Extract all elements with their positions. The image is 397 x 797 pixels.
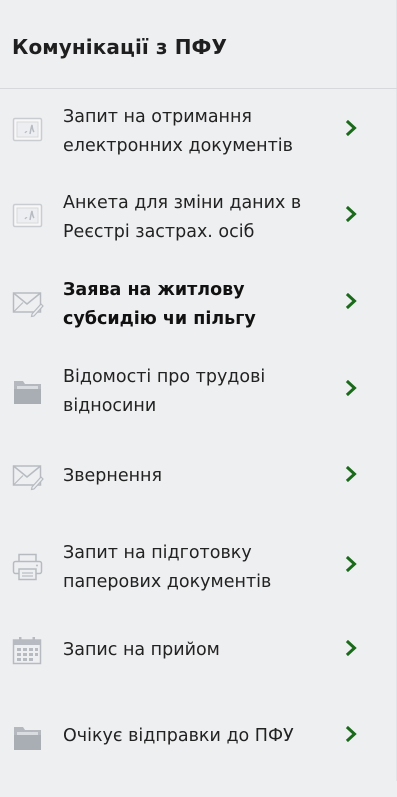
menu-item-label: Запит на отримання електронних документі… [63,107,293,156]
menu-item-label: Звернення [63,466,163,486]
folder-icon [12,377,44,405]
menu-item-employment-info[interactable]: Відомості про трудові відносини [0,367,397,451]
chevron-right-icon [345,292,359,310]
calendar-icon [12,637,44,665]
menu-item-label: Анкета для зміни даних в Реєстрі застрах… [63,193,302,242]
chevron-right-icon [345,725,359,743]
chevron-right-icon [345,205,359,223]
menu-item-label: Очікує відправки до ПФУ [63,726,294,746]
menu-item-pending-send[interactable]: Очікує відправки до ПФУ [0,723,397,797]
envelope-pen-icon [12,463,44,491]
menu-item-appointment[interactable]: Запис на прийом [0,637,397,711]
menu-item-label: Запис на прийом [63,640,220,660]
title-divider [0,88,397,89]
menu-item-housing-subsidy[interactable]: Заява на житлову субсидію чи пільгу [0,280,397,364]
menu-item-label: Відомості про трудові відносини [63,367,266,416]
chevron-right-icon [345,379,359,397]
chevron-right-icon [345,639,359,657]
panel-title: Комунікації з ПФУ [12,35,227,59]
menu-item-paper-docs[interactable]: Запит на підготовку паперових документів [0,543,397,627]
menu-item-request-electronic-docs[interactable]: Запит на отримання електронних документі… [0,107,397,191]
menu-item-appeal[interactable]: Звернення [0,463,397,537]
document-signature-icon [12,117,44,145]
pfu-communications-panel: Комунікації з ПФУ Запит на отримання еле… [0,0,397,781]
chevron-right-icon [345,465,359,483]
menu-item-label: Заява на житлову субсидію чи пільгу [63,280,256,329]
menu-item-label: Запит на підготовку паперових документів [63,543,272,592]
printer-icon [12,553,44,581]
envelope-pen-icon [12,290,44,318]
document-signature-icon [12,203,44,231]
folder-icon [12,723,44,751]
chevron-right-icon [345,119,359,137]
menu-item-form-change-data[interactable]: Анкета для зміни даних в Реєстрі застрах… [0,193,397,277]
chevron-right-icon [345,555,359,573]
